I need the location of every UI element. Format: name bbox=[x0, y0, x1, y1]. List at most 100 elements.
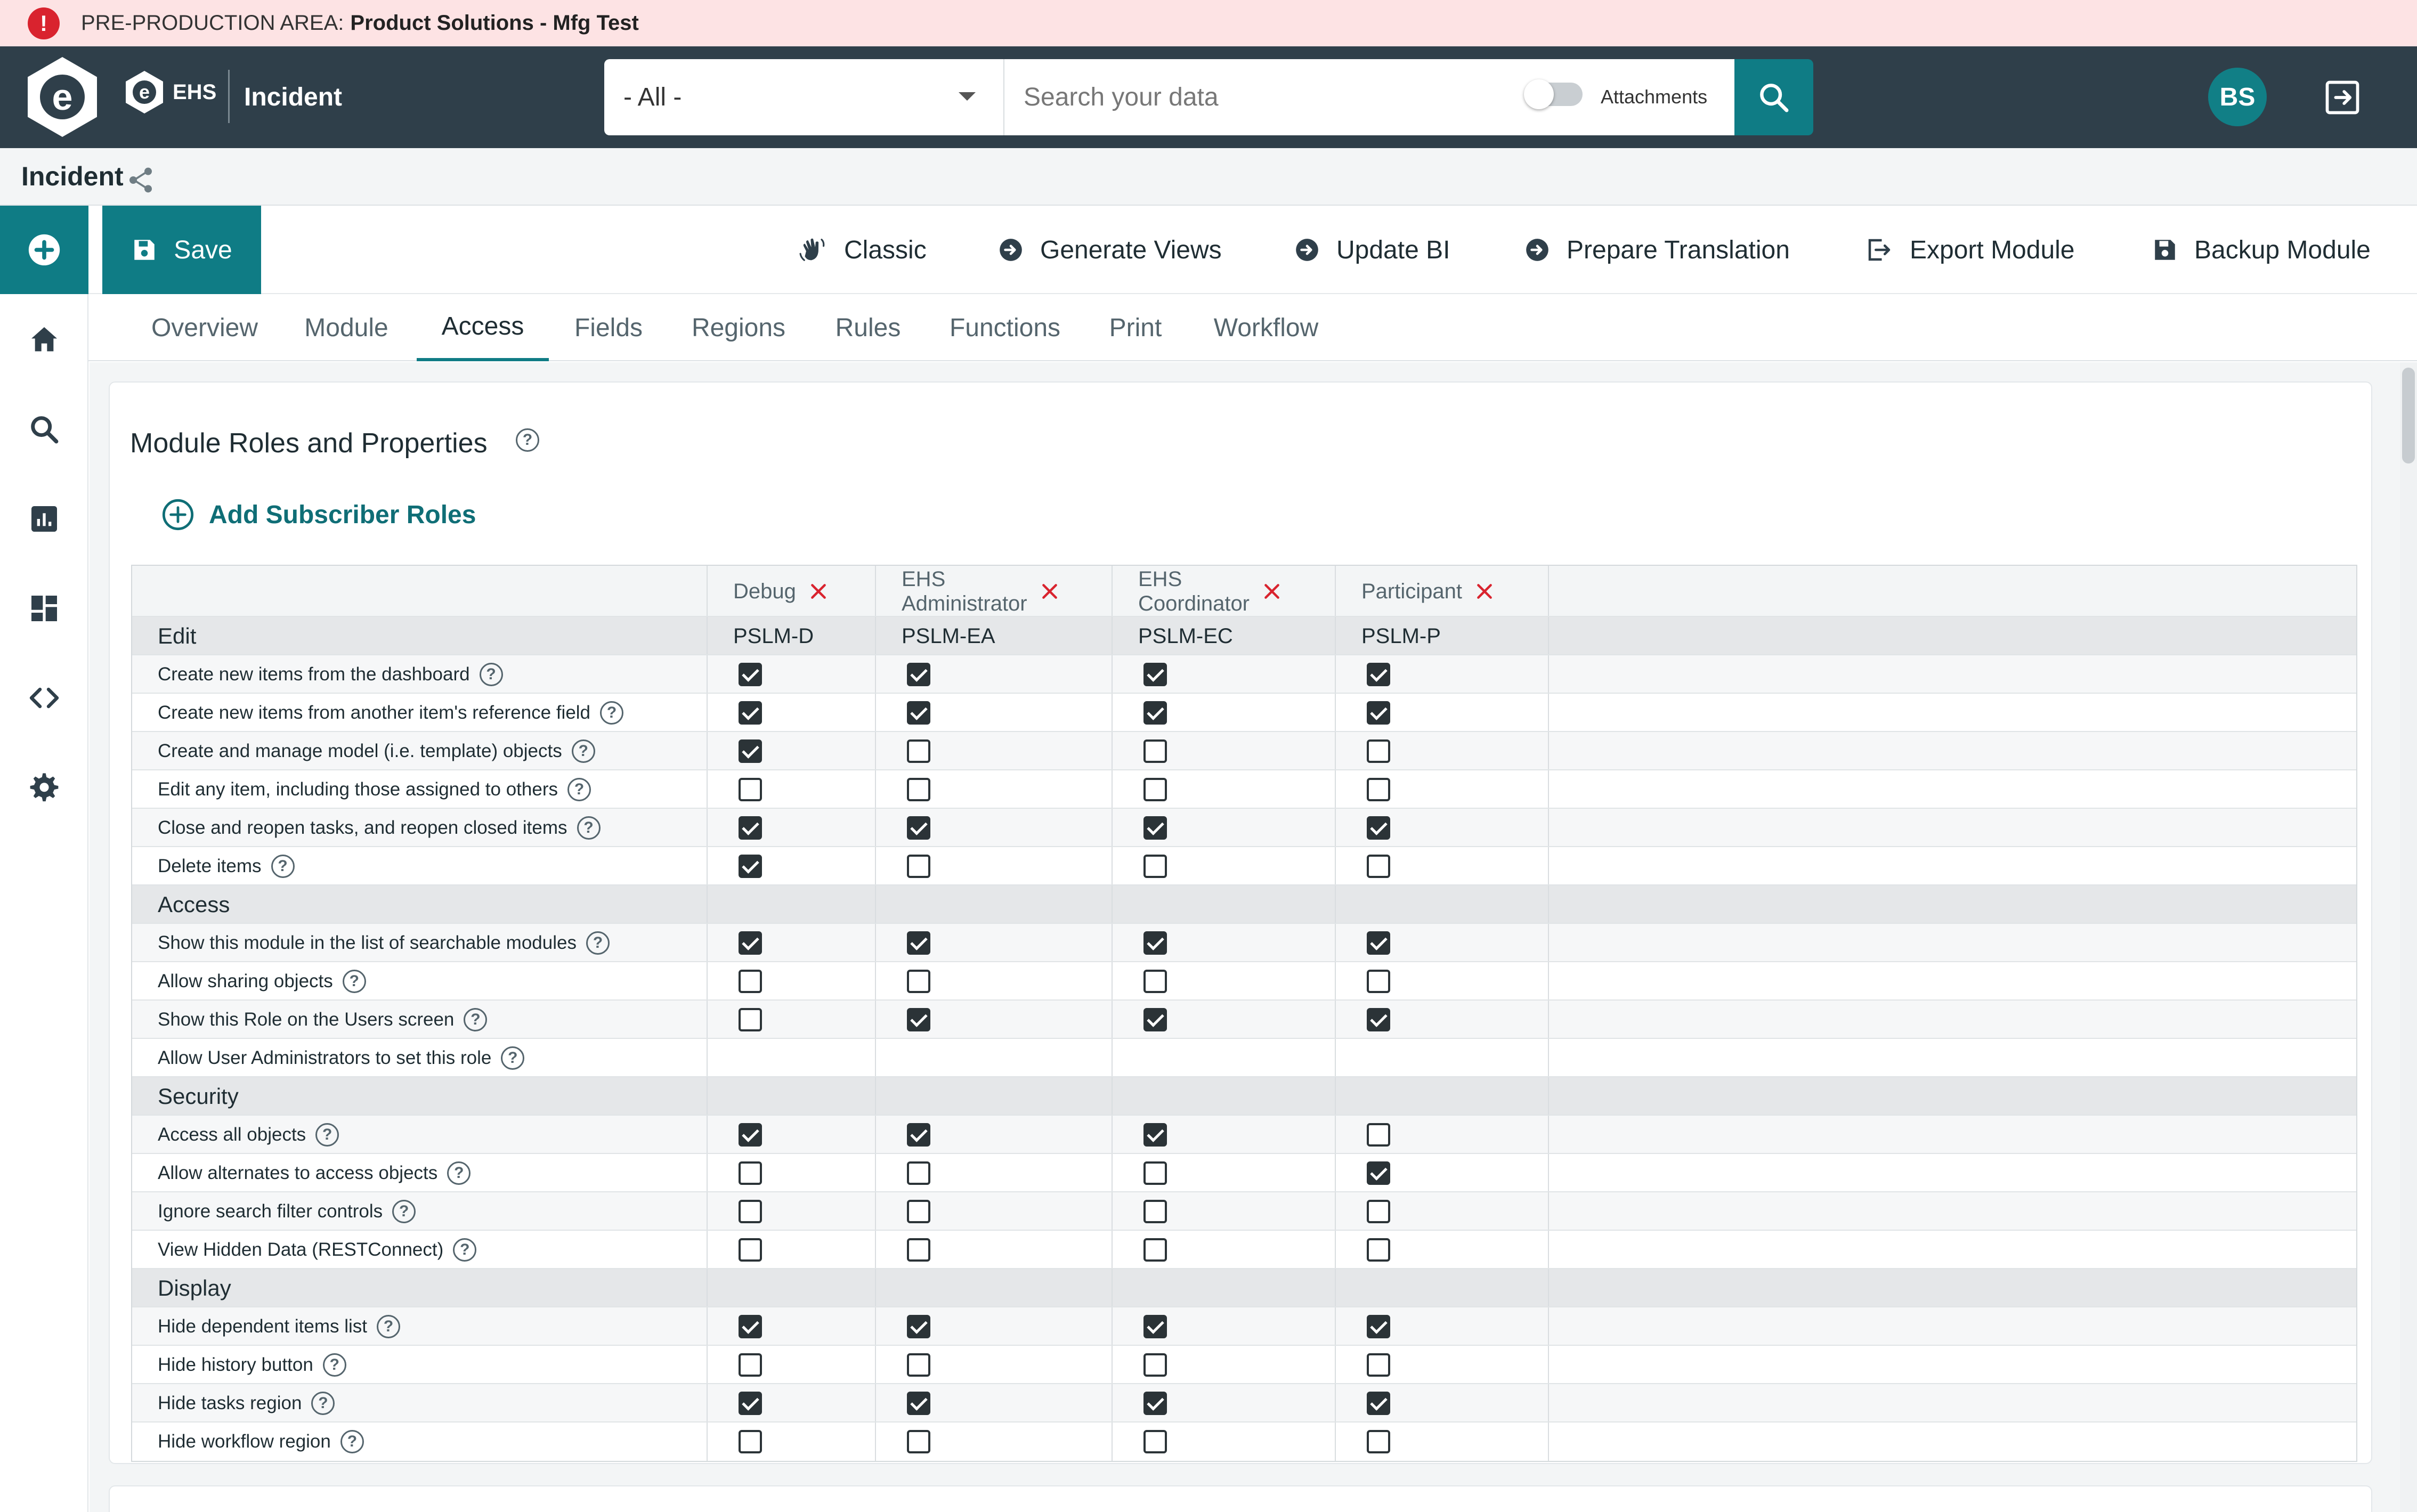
remove-role-icon[interactable] bbox=[1474, 581, 1495, 602]
permission-checkbox[interactable] bbox=[907, 970, 930, 993]
sidebar-item-dashboards[interactable] bbox=[23, 587, 66, 630]
save-button[interactable]: Save bbox=[102, 206, 261, 294]
help-icon[interactable]: ? bbox=[322, 1353, 346, 1377]
permission-checkbox[interactable] bbox=[1143, 1392, 1167, 1415]
permission-checkbox[interactable] bbox=[739, 739, 762, 763]
permission-checkbox[interactable] bbox=[1367, 855, 1390, 878]
permission-checkbox[interactable] bbox=[1367, 931, 1390, 955]
permission-checkbox[interactable] bbox=[907, 1008, 930, 1031]
permission-checkbox[interactable] bbox=[907, 663, 930, 686]
permission-checkbox[interactable] bbox=[739, 855, 762, 878]
permission-checkbox[interactable] bbox=[1143, 816, 1167, 840]
permission-checkbox[interactable] bbox=[1367, 1392, 1390, 1415]
permission-checkbox[interactable] bbox=[739, 816, 762, 840]
permission-checkbox[interactable] bbox=[739, 1315, 762, 1338]
scrollbar-thumb[interactable] bbox=[2402, 368, 2415, 464]
tab-rules[interactable]: Rules bbox=[823, 294, 913, 361]
permission-checkbox[interactable] bbox=[907, 739, 930, 763]
update-bi-button[interactable]: Update BI bbox=[1294, 206, 1450, 294]
permission-checkbox[interactable] bbox=[907, 701, 930, 725]
add-button[interactable] bbox=[0, 206, 88, 294]
help-icon[interactable]: ? bbox=[453, 1238, 477, 1262]
permission-checkbox[interactable] bbox=[1143, 701, 1167, 725]
permission-checkbox[interactable] bbox=[907, 1161, 930, 1185]
permission-checkbox[interactable] bbox=[1367, 701, 1390, 725]
sidebar-item-reports[interactable] bbox=[23, 498, 66, 540]
permission-checkbox[interactable] bbox=[739, 1238, 762, 1262]
help-icon[interactable]: ? bbox=[271, 855, 295, 878]
permission-checkbox[interactable] bbox=[907, 778, 930, 801]
permission-checkbox[interactable] bbox=[739, 1353, 762, 1377]
export-module-button[interactable]: Export Module bbox=[1865, 206, 2075, 294]
permission-checkbox[interactable] bbox=[1143, 1200, 1167, 1223]
help-icon[interactable]: ? bbox=[577, 816, 601, 840]
tab-overview[interactable]: Overview bbox=[141, 294, 269, 361]
permission-checkbox[interactable] bbox=[907, 1430, 930, 1453]
permission-checkbox[interactable] bbox=[907, 931, 930, 955]
permission-checkbox[interactable] bbox=[739, 778, 762, 801]
sidebar-item-home[interactable] bbox=[23, 319, 66, 361]
classic-button[interactable]: Classic bbox=[797, 206, 927, 294]
sidebar-item-search[interactable] bbox=[23, 408, 66, 451]
remove-role-icon[interactable] bbox=[1039, 581, 1060, 602]
search-button[interactable] bbox=[1734, 59, 1813, 135]
permission-checkbox[interactable] bbox=[1367, 1315, 1390, 1338]
permission-checkbox[interactable] bbox=[1367, 816, 1390, 840]
permission-checkbox[interactable] bbox=[907, 1315, 930, 1338]
permission-checkbox[interactable] bbox=[907, 1200, 930, 1223]
permission-checkbox[interactable] bbox=[1143, 778, 1167, 801]
permission-checkbox[interactable] bbox=[1143, 1315, 1167, 1338]
permission-checkbox[interactable] bbox=[1367, 663, 1390, 686]
tab-functions[interactable]: Functions bbox=[936, 294, 1074, 361]
home-logo[interactable]: e bbox=[28, 57, 97, 137]
permission-checkbox[interactable] bbox=[1143, 931, 1167, 955]
help-icon[interactable]: ? bbox=[567, 778, 591, 801]
permission-checkbox[interactable] bbox=[739, 1161, 762, 1185]
permission-checkbox[interactable] bbox=[739, 1123, 762, 1147]
permission-checkbox[interactable] bbox=[907, 1392, 930, 1415]
permission-checkbox[interactable] bbox=[1143, 1353, 1167, 1377]
permission-checkbox[interactable] bbox=[739, 701, 762, 725]
help-icon[interactable]: ? bbox=[516, 428, 539, 452]
permission-checkbox[interactable] bbox=[1367, 739, 1390, 763]
help-icon[interactable]: ? bbox=[447, 1161, 471, 1185]
scope-select[interactable]: - All - bbox=[604, 59, 1003, 135]
help-icon[interactable]: ? bbox=[311, 1392, 335, 1415]
help-icon[interactable]: ? bbox=[600, 701, 624, 725]
share-icon[interactable] bbox=[126, 165, 156, 195]
help-icon[interactable]: ? bbox=[571, 739, 595, 763]
sidebar-item-settings[interactable] bbox=[23, 766, 66, 809]
add-subscriber-roles-button[interactable]: Add Subscriber Roles bbox=[161, 498, 476, 532]
remove-role-icon[interactable] bbox=[808, 581, 829, 602]
permission-checkbox[interactable] bbox=[1143, 970, 1167, 993]
permission-checkbox[interactable] bbox=[1367, 970, 1390, 993]
tab-module[interactable]: Module bbox=[291, 294, 402, 361]
permission-checkbox[interactable] bbox=[1143, 1123, 1167, 1147]
prepare-translation-button[interactable]: Prepare Translation bbox=[1524, 206, 1790, 294]
permission-checkbox[interactable] bbox=[1367, 1430, 1390, 1453]
sidebar-item-code[interactable] bbox=[23, 677, 66, 719]
tab-workflow[interactable]: Workflow bbox=[1197, 294, 1335, 361]
permission-checkbox[interactable] bbox=[1143, 1008, 1167, 1031]
tab-fields[interactable]: Fields bbox=[563, 294, 654, 361]
permission-checkbox[interactable] bbox=[739, 1430, 762, 1453]
logout-icon[interactable] bbox=[2322, 77, 2363, 118]
scrollbar-track[interactable] bbox=[2400, 362, 2417, 1512]
permission-checkbox[interactable] bbox=[907, 1238, 930, 1262]
permission-checkbox[interactable] bbox=[1367, 778, 1390, 801]
help-icon[interactable]: ? bbox=[501, 1046, 525, 1070]
tab-access[interactable]: Access bbox=[417, 294, 549, 361]
attachments-toggle[interactable] bbox=[1524, 79, 1583, 109]
permission-checkbox[interactable] bbox=[1143, 1238, 1167, 1262]
help-icon[interactable]: ? bbox=[342, 970, 366, 993]
permission-checkbox[interactable] bbox=[907, 816, 930, 840]
help-icon[interactable]: ? bbox=[340, 1430, 364, 1453]
user-avatar[interactable]: BS bbox=[2208, 68, 2267, 126]
permission-checkbox[interactable] bbox=[739, 1200, 762, 1223]
permission-checkbox[interactable] bbox=[1367, 1161, 1390, 1185]
permission-checkbox[interactable] bbox=[1367, 1238, 1390, 1262]
permission-checkbox[interactable] bbox=[739, 663, 762, 686]
permission-checkbox[interactable] bbox=[1143, 855, 1167, 878]
permission-checkbox[interactable] bbox=[907, 1123, 930, 1147]
generate-views-button[interactable]: Generate Views bbox=[997, 206, 1222, 294]
